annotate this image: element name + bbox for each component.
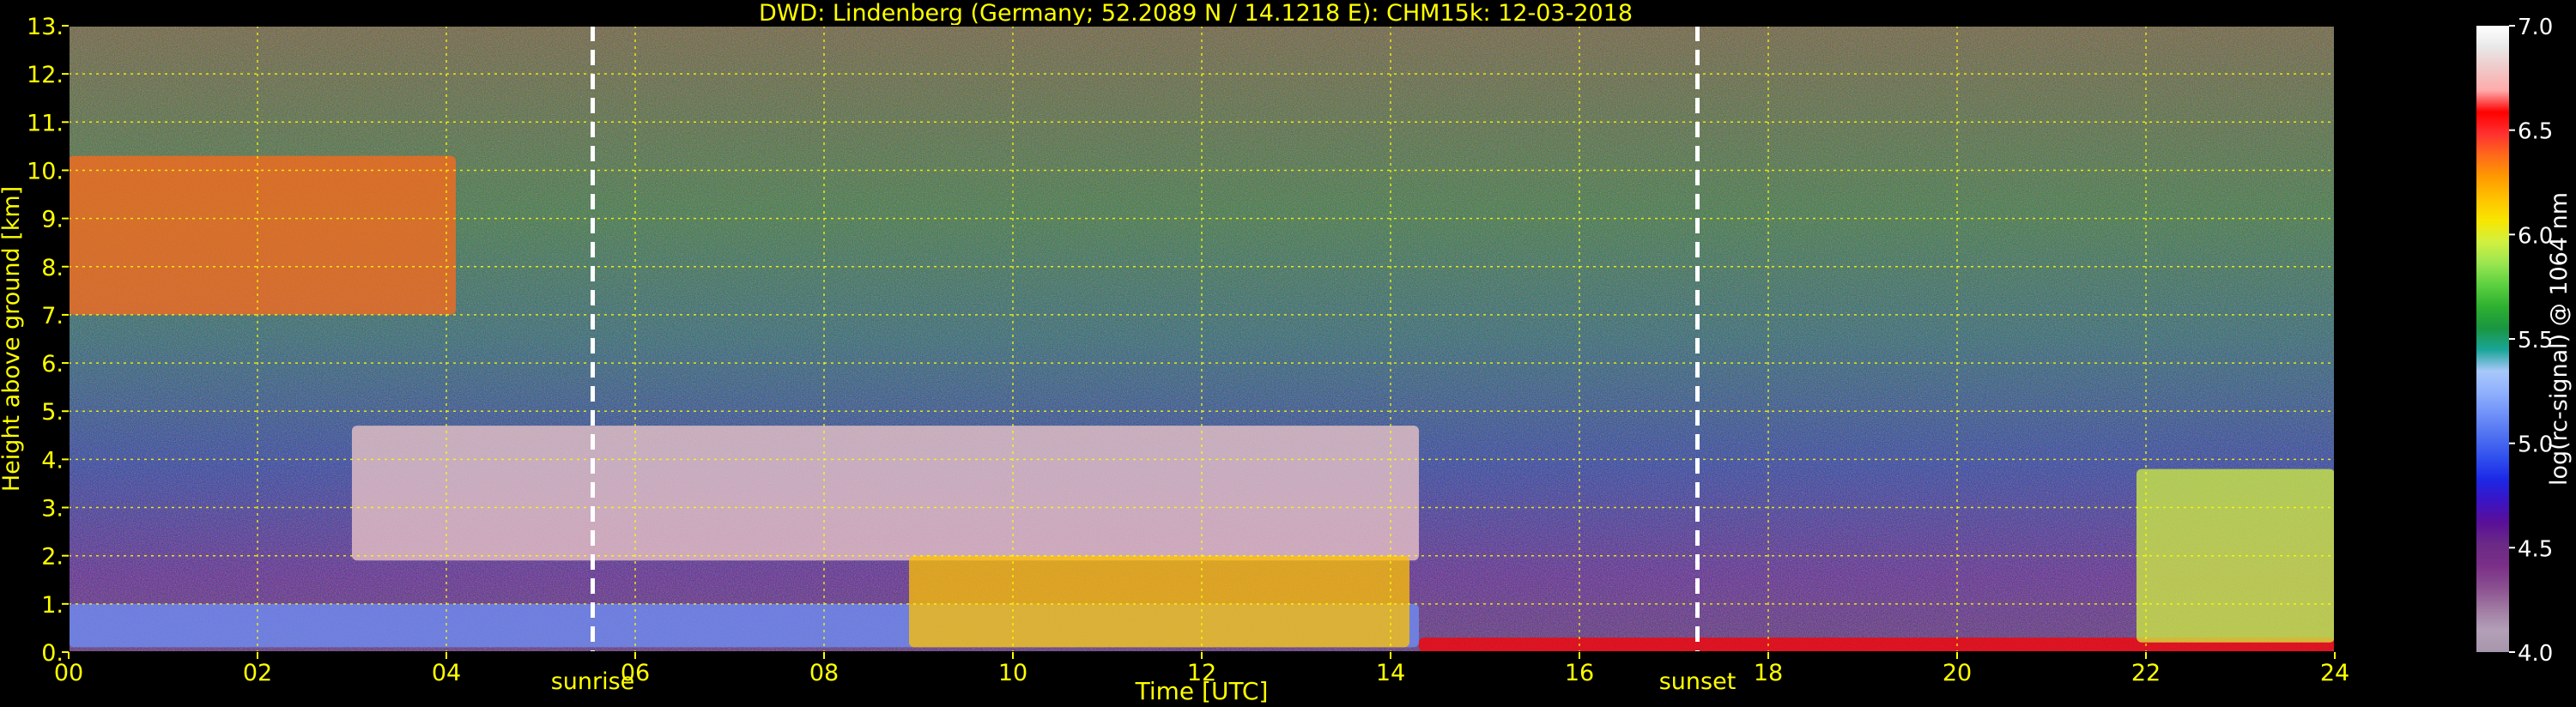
x-tick-label: 10 — [998, 660, 1027, 686]
y-tick-label: 3. — [41, 496, 64, 523]
cloud-layer — [69, 155, 456, 315]
y-tick-label: 5. — [41, 399, 64, 426]
colorbar-tick-label: 7.0 — [2518, 15, 2553, 40]
cloud-layer — [909, 555, 1409, 648]
colorbar-label: log(rc-signal) @ 1064 nm — [2546, 192, 2573, 486]
x-axis-label: Time [UTC] — [1135, 677, 1269, 705]
x-tick-label: 14 — [1376, 660, 1405, 686]
colorbar-tick-label: 4.5 — [2518, 536, 2553, 562]
plot-area: sunrise sunset — [68, 25, 2336, 695]
x-tick-label: 08 — [809, 660, 839, 686]
x-tick-label: 16 — [1565, 660, 1594, 686]
y-tick-label: 13. — [27, 14, 64, 40]
cloud-layer — [2137, 468, 2335, 643]
x-tick-label: 06 — [621, 660, 650, 686]
colorbar: 4.04.55.05.56.06.57.0 log(rc-signal) @ 1… — [2476, 15, 2573, 667]
y-tick-label: 8. — [41, 255, 64, 281]
y-tick-label: 12. — [27, 62, 64, 88]
y-tick-label: 1. — [41, 592, 64, 619]
x-tick-label: 20 — [1943, 660, 1972, 686]
x-tick-label: 22 — [2131, 660, 2161, 686]
y-tick-label: 11. — [27, 110, 64, 136]
ceilometer-chart: DWD: Lindenberg (Germany; 52.2089 N / 14… — [0, 0, 2573, 705]
y-tick-label: 10. — [27, 158, 64, 184]
cloud-layer — [352, 426, 1419, 561]
x-tick-label: 04 — [432, 660, 461, 686]
y-axis-ticks: 0.1.2.3.4.5.6.7.8.9.10.11.12.13. — [27, 14, 69, 667]
colorbar-tick-label: 4.0 — [2518, 641, 2553, 667]
y-tick-label: 2. — [41, 544, 64, 571]
y-tick-label: 9. — [41, 207, 64, 233]
colorbar-tick-label: 6.5 — [2518, 119, 2553, 145]
x-tick-label: 24 — [2320, 660, 2349, 686]
x-tick-label: 00 — [54, 660, 83, 686]
chart-title: DWD: Lindenberg (Germany; 52.2089 N / 14… — [759, 0, 1633, 27]
x-tick-label: 18 — [1754, 660, 1783, 686]
sun-marker-label: sunset — [1659, 668, 1737, 695]
y-tick-label: 4. — [41, 447, 64, 474]
y-tick-label: 7. — [41, 303, 64, 329]
x-tick-label: 02 — [243, 660, 272, 686]
y-axis-label: Height above ground [km] — [0, 186, 25, 492]
colorbar-scale — [2476, 26, 2509, 652]
y-tick-label: 6. — [41, 351, 64, 378]
